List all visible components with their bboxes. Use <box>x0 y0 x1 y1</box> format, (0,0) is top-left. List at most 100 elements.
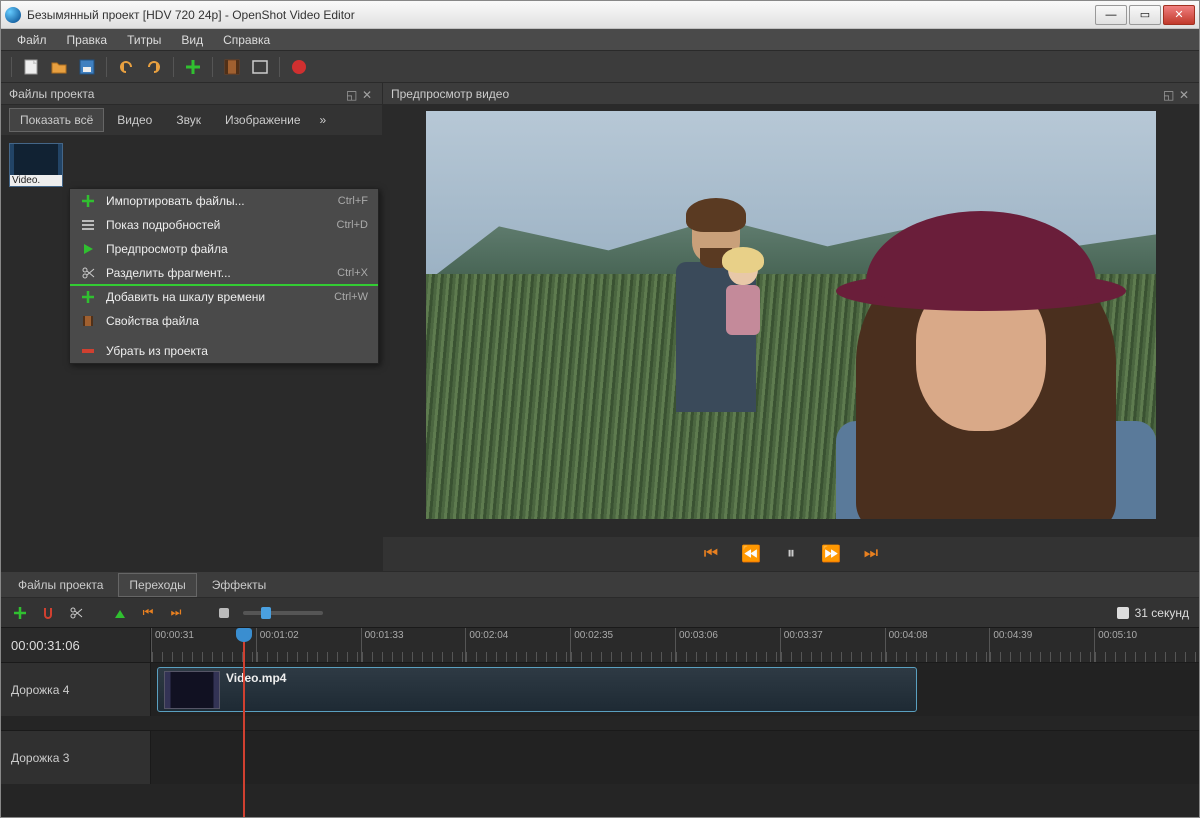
video-preview[interactable] <box>426 111 1156 519</box>
ctx-add-to-timeline[interactable]: Добавить на шкалу времени Ctrl+W <box>70 285 378 309</box>
timeline: 00:00:31:06 00:00:31 00:01:02 00:01:33 0… <box>1 627 1199 817</box>
details-icon <box>80 217 96 233</box>
project-files-title: Файлы проекта <box>9 87 94 101</box>
track-row: Дорожка 3 <box>1 730 1199 784</box>
menubar: Файл Правка Титры Вид Справка <box>1 29 1199 51</box>
timecode-display: 00:00:31:06 <box>1 628 151 662</box>
add-track-button[interactable] <box>11 604 29 622</box>
timeline-ruler[interactable]: 00:00:31 00:01:02 00:01:33 00:02:04 00:0… <box>151 628 1199 662</box>
close-button[interactable]: ✕ <box>1163 5 1195 25</box>
track-row: Дорожка 4 Video.mp4 <box>1 662 1199 716</box>
center-playhead-button[interactable] <box>215 604 233 622</box>
app-body: Файл Правка Титры Вид Справка <box>1 29 1199 817</box>
maximize-button[interactable]: ▭ <box>1129 5 1161 25</box>
ruler-tick: 00:04:39 <box>989 628 1094 662</box>
play-icon <box>80 241 96 257</box>
dock-icon[interactable]: ◱ <box>346 88 358 100</box>
tab-transitions[interactable]: Переходы <box>118 573 196 597</box>
timeline-clip[interactable]: Video.mp4 <box>157 667 917 712</box>
filter-tabs: Показать всё Видео Звук Изображение » <box>1 105 382 135</box>
track-area[interactable] <box>151 731 1199 784</box>
save-project-button[interactable] <box>76 56 98 78</box>
preview-area <box>383 105 1199 537</box>
plus-icon <box>80 289 96 305</box>
project-files-area[interactable]: Video. Импортировать файлы... Ctrl+F Пок… <box>1 135 382 571</box>
project-file-label: Video. <box>10 175 62 186</box>
close-panel-icon[interactable]: ✕ <box>1179 88 1191 100</box>
razor-button[interactable] <box>67 604 85 622</box>
jump-start-button[interactable]: ⏮ <box>700 545 722 563</box>
context-menu: Импортировать файлы... Ctrl+F Показ подр… <box>69 188 379 364</box>
jump-end-button[interactable]: ⏭ <box>860 545 882 563</box>
next-marker-button[interactable]: ⏭ <box>167 604 185 622</box>
clip-label: Video.mp4 <box>226 671 286 685</box>
playhead[interactable] <box>243 628 245 817</box>
filter-tab-audio[interactable]: Звук <box>165 108 212 132</box>
open-project-button[interactable] <box>48 56 70 78</box>
zoom-slider[interactable] <box>243 611 323 615</box>
bottom-tabs: Файлы проекта Переходы Эффекты <box>1 571 1199 597</box>
ruler-tick: 00:02:04 <box>465 628 570 662</box>
prev-marker-button[interactable]: ⏮ <box>139 604 157 622</box>
ctx-split-clip[interactable]: Разделить фрагмент... Ctrl+X <box>70 261 378 285</box>
ruler-tick: 00:01:33 <box>361 628 466 662</box>
film-icon <box>80 313 96 329</box>
ctx-preview-file[interactable]: Предпросмотр файла <box>70 237 378 261</box>
tab-effects[interactable]: Эффекты <box>201 573 278 597</box>
ruler-tick: 00:04:08 <box>885 628 990 662</box>
undo-button[interactable] <box>115 56 137 78</box>
track-label[interactable]: Дорожка 4 <box>1 663 151 716</box>
ruler-tick: 00:03:06 <box>675 628 780 662</box>
clip-thumb <box>164 671 220 709</box>
marker-button[interactable] <box>111 604 129 622</box>
preview-panel: Предпросмотр видео ◱ ✕ ⏮ ⏪ ⏸ <box>383 83 1199 571</box>
ctx-show-details[interactable]: Показ подробностей Ctrl+D <box>70 213 378 237</box>
export-button[interactable] <box>288 56 310 78</box>
ruler-tick: 00:05:10 <box>1094 628 1199 662</box>
project-file-thumb[interactable]: Video. <box>9 143 63 187</box>
main-area: Файлы проекта ◱ ✕ Показать всё Видео Зву… <box>1 83 1199 571</box>
redo-button[interactable] <box>143 56 165 78</box>
ruler-tick: 00:03:37 <box>780 628 885 662</box>
tab-project-files[interactable]: Файлы проекта <box>7 573 114 597</box>
filter-tab-video[interactable]: Видео <box>106 108 163 132</box>
fast-forward-button[interactable]: ⏩ <box>820 544 842 564</box>
profile-button[interactable] <box>221 56 243 78</box>
plus-icon <box>80 193 96 209</box>
menu-view[interactable]: Вид <box>173 31 211 49</box>
ctx-remove-from-project[interactable]: Убрать из проекта <box>70 339 378 363</box>
minimize-button[interactable]: — <box>1095 5 1127 25</box>
ctx-highlight-underline <box>70 284 378 286</box>
ruler-row: 00:00:31:06 00:00:31 00:01:02 00:01:33 0… <box>1 628 1199 662</box>
ruler-tick: 00:01:02 <box>256 628 361 662</box>
menu-titles[interactable]: Титры <box>119 31 169 49</box>
playback-controls: ⏮ ⏪ ⏸ ⏩ ⏭ <box>383 537 1199 571</box>
window-buttons: — ▭ ✕ <box>1095 5 1195 25</box>
window-title: Безымянный проект [HDV 720 24p] - OpenSh… <box>27 8 1095 22</box>
track-area[interactable]: Video.mp4 <box>151 663 1199 716</box>
app-icon <box>5 7 21 23</box>
duration-indicator-icon <box>1117 607 1129 619</box>
ctx-import-files[interactable]: Импортировать файлы... Ctrl+F <box>70 189 378 213</box>
track-label[interactable]: Дорожка 3 <box>1 731 151 784</box>
menu-file[interactable]: Файл <box>9 31 55 49</box>
scissors-icon <box>80 265 96 281</box>
preview-header: Предпросмотр видео ◱ ✕ <box>383 83 1199 105</box>
ctx-file-properties[interactable]: Свойства файла <box>70 309 378 333</box>
project-files-panel: Файлы проекта ◱ ✕ Показать всё Видео Зву… <box>1 83 383 571</box>
fullscreen-button[interactable] <box>249 56 271 78</box>
rewind-button[interactable]: ⏪ <box>740 544 762 564</box>
timeline-duration: 31 секунд <box>1117 606 1189 620</box>
close-panel-icon[interactable]: ✕ <box>362 88 374 100</box>
new-project-button[interactable] <box>20 56 42 78</box>
dock-icon[interactable]: ◱ <box>1163 88 1175 100</box>
filter-tab-image[interactable]: Изображение <box>214 108 312 132</box>
menu-help[interactable]: Справка <box>215 31 278 49</box>
import-files-button[interactable] <box>182 56 204 78</box>
play-pause-button[interactable]: ⏸ <box>780 545 802 563</box>
menu-edit[interactable]: Правка <box>59 31 116 49</box>
titlebar: Безымянный проект [HDV 720 24p] - OpenSh… <box>1 1 1199 29</box>
snap-button[interactable] <box>39 604 57 622</box>
filter-tab-all[interactable]: Показать всё <box>9 108 104 132</box>
filter-tab-more[interactable]: » <box>314 109 333 131</box>
